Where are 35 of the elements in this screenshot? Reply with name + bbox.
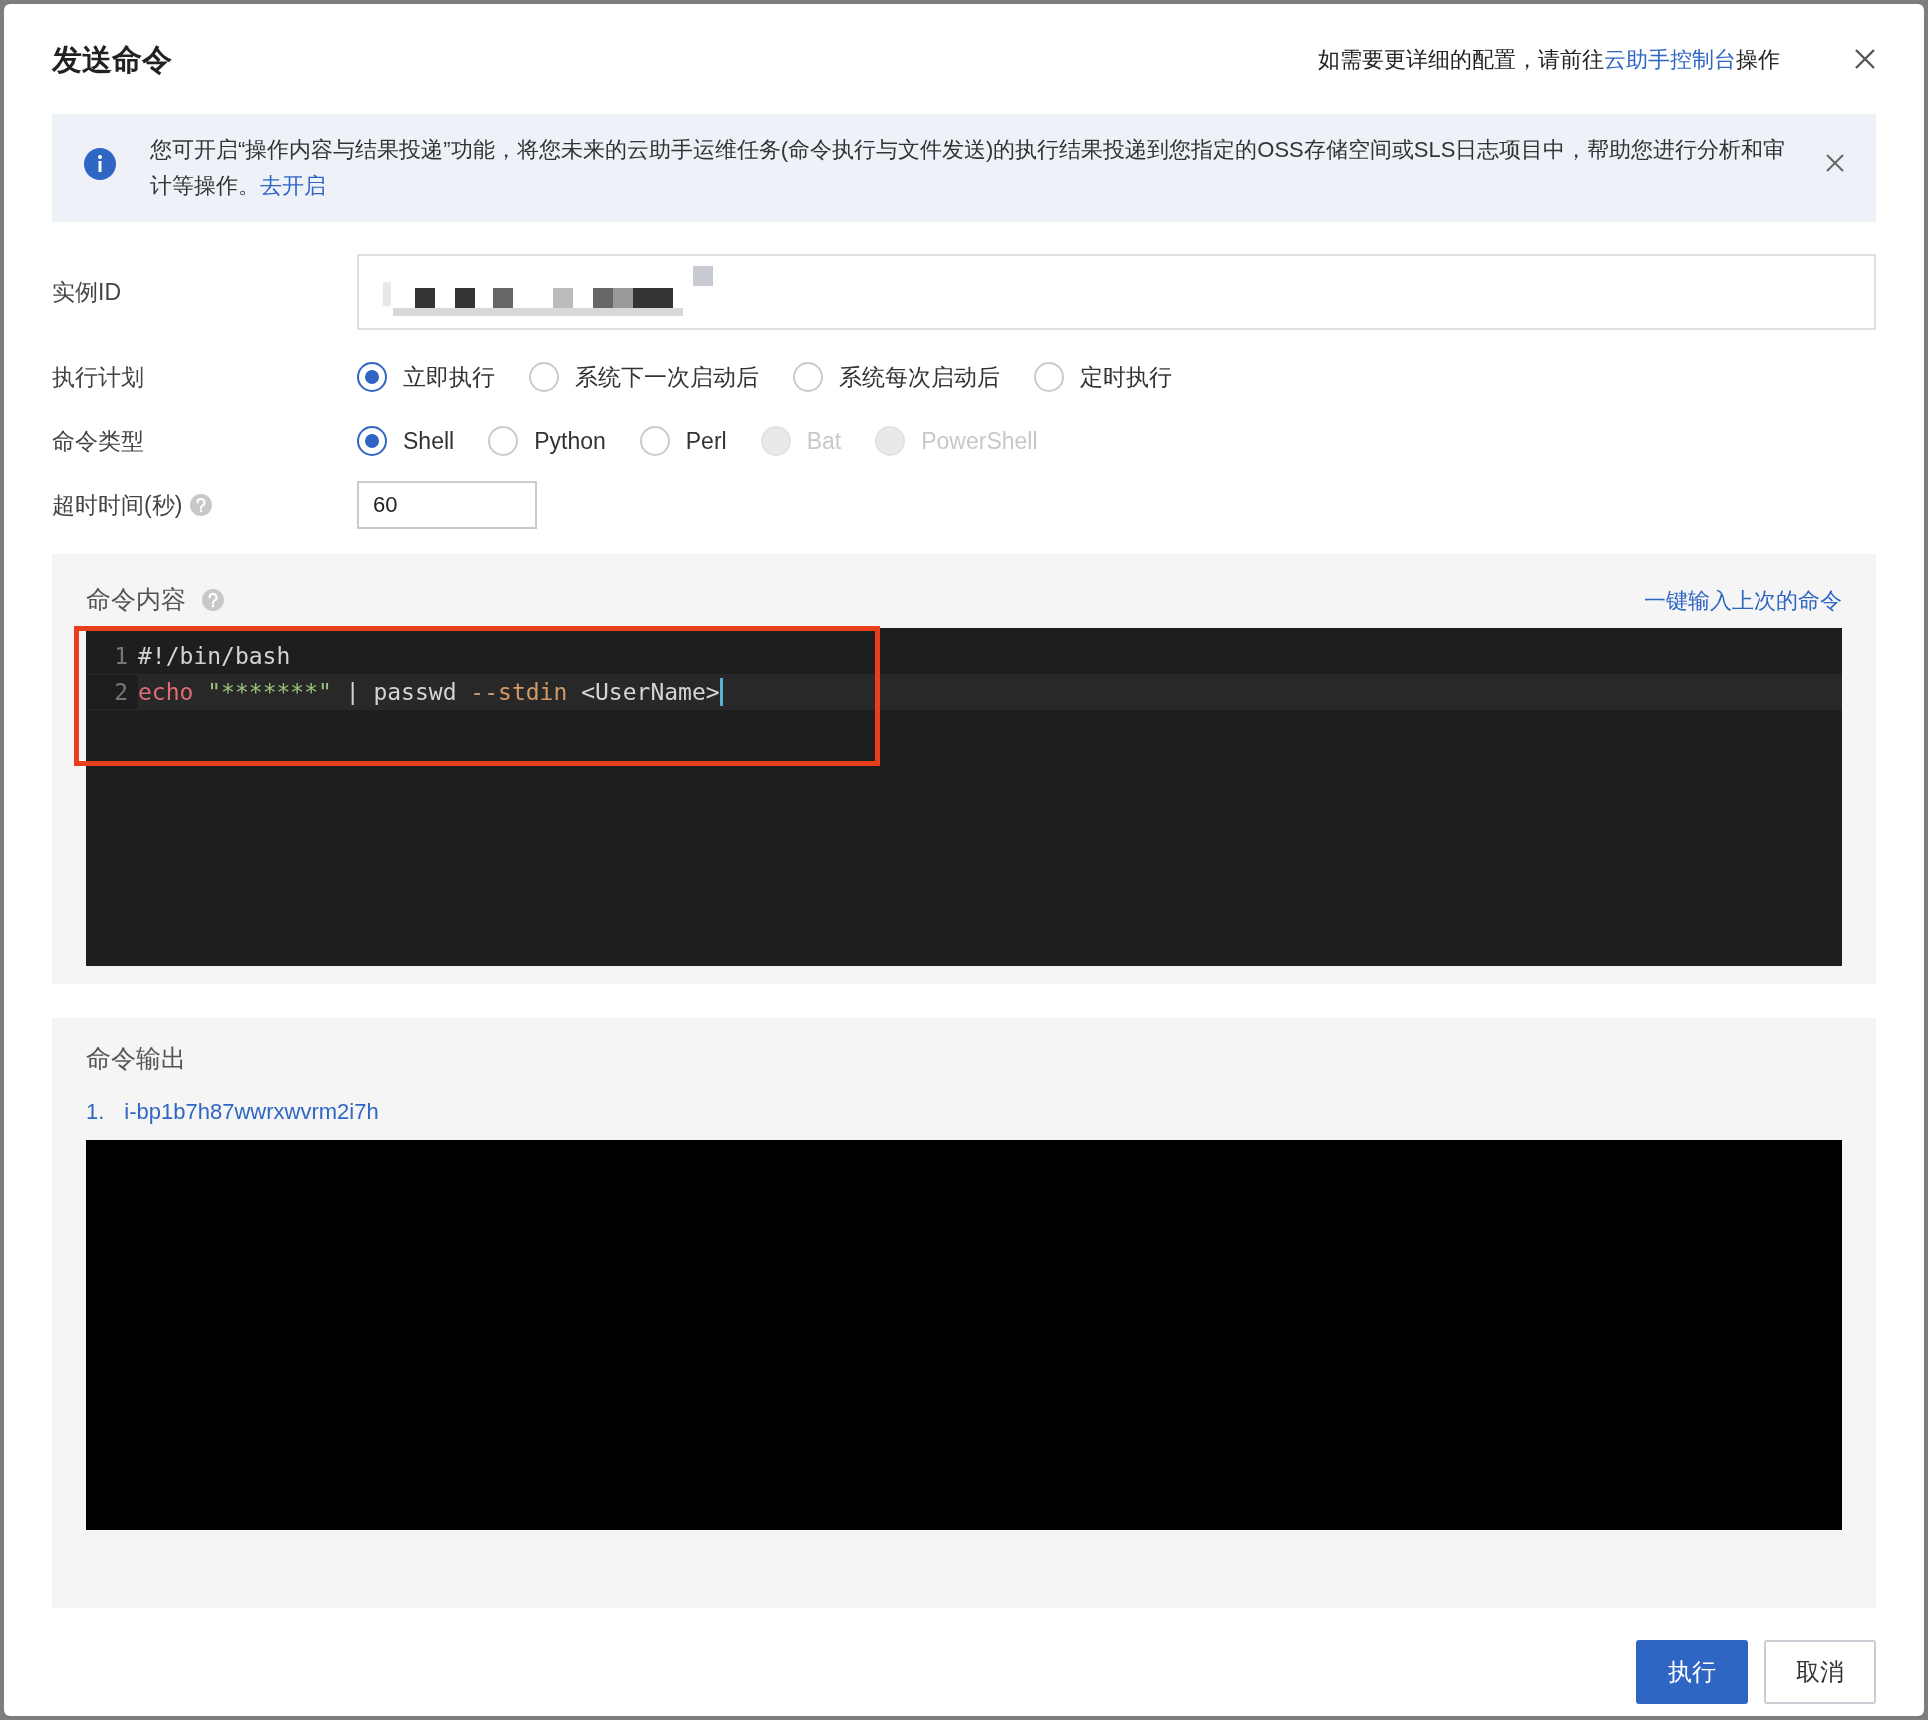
cancel-button[interactable]: 取消 [1764,1640,1876,1704]
timeout-field[interactable]: 60 [357,481,537,529]
section-title: 命令内容 [86,584,186,616]
radio-label: 系统每次启动后 [839,362,1000,392]
radio-label: Shell [403,426,455,456]
radio-label: 系统下一次启动后 [575,362,759,392]
code-line: 1 #!/bin/bash [86,638,1842,674]
radio-label: Python [534,426,606,456]
close-icon[interactable] [1854,48,1876,70]
section-title: 命令输出 [86,1043,187,1075]
radio-button[interactable] [357,426,387,456]
text-cursor [719,678,723,706]
radio-label: Perl [685,426,727,456]
dialog-title: 发送命令 [52,41,172,78]
field-label: 执行计划 [52,362,145,392]
execute-button[interactable]: 执行 [1636,1640,1748,1704]
notice-text: 您可开启“操作内容与结果投递”功能，将您未来的云助手运维任务(命令执行与文件发送)的执行结果投递到您指定的OSS存储空间或SLS日志项目中，帮助您进行分析和审计等操作。去开启 [150,136,1787,200]
field-label: 命令类型 [52,426,145,456]
info-icon [84,148,116,180]
instance-id-field[interactable] [357,254,1876,330]
fill-last-command-link[interactable]: 一键输入上次的命令 [1644,583,1842,617]
close-icon[interactable] [1826,154,1844,172]
radio-label: 定时执行 [1080,362,1172,392]
hint-text: 如需要更详细的配置，请前往云助手控制台操作 [1318,45,1780,74]
help-icon[interactable] [202,589,224,611]
radio-label: 立即执行 [403,362,495,392]
instance-link[interactable]: 1. i-bp1b7h87wwrxwvrm2i7h [86,1084,1842,1138]
console-link[interactable]: 云助手控制台 [1604,46,1736,72]
code-editor[interactable]: 1 #!/bin/bash 2 echo "*******" | passwd --stdin <UserName> [86,628,1842,966]
line-number: 2 [86,674,138,710]
help-icon[interactable] [190,494,213,516]
field-label: 实例ID [52,277,122,307]
enable-link[interactable]: 去开启 [260,173,326,198]
radio-button[interactable] [357,362,387,392]
field-label: 超时时间(秒) [52,490,183,520]
